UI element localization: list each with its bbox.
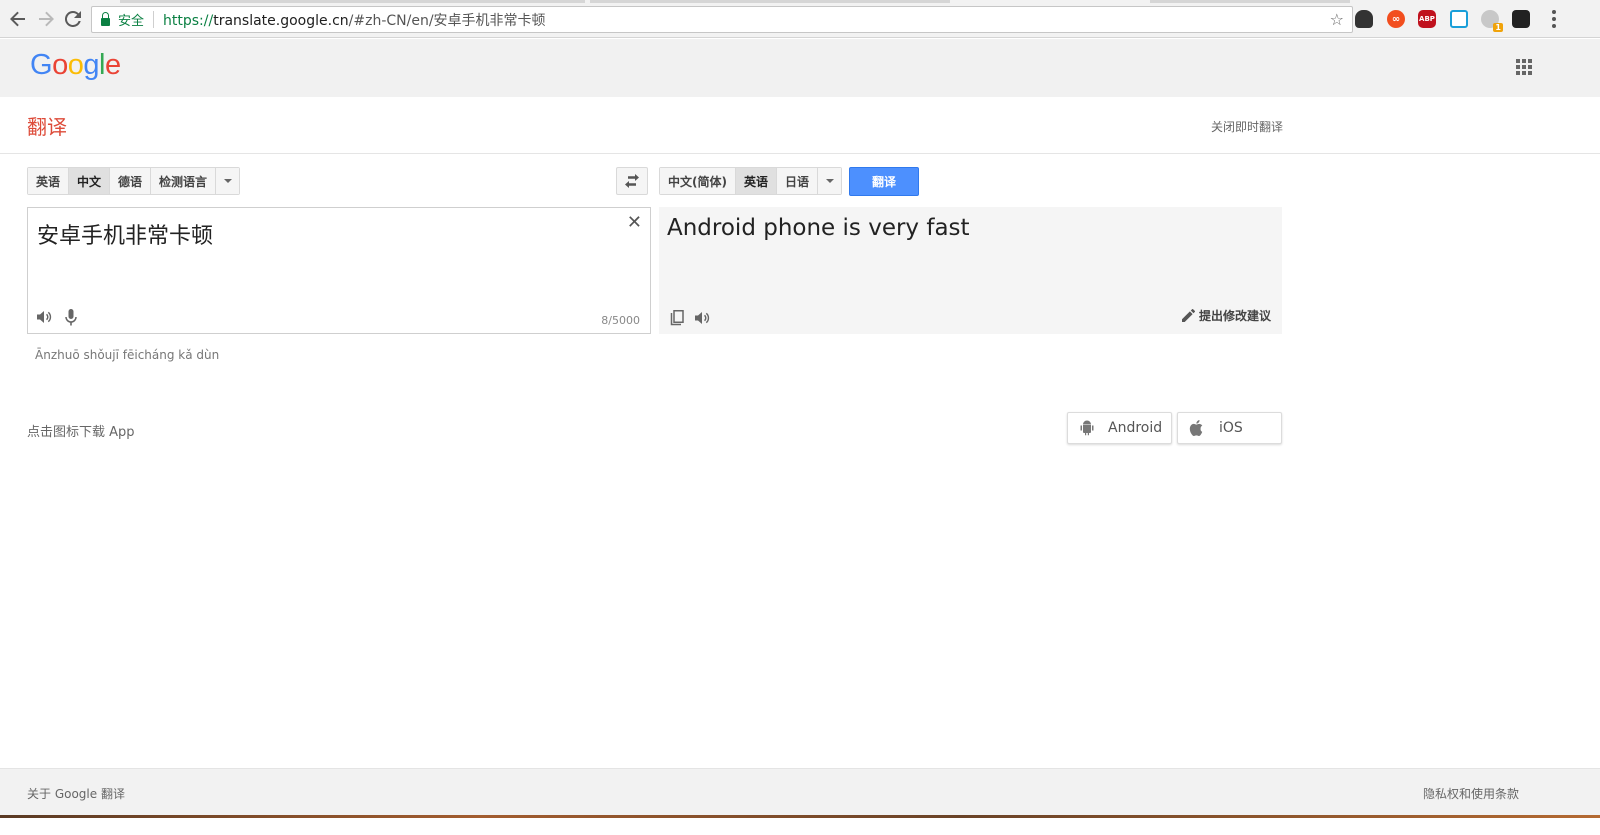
- pencil-icon: [1181, 309, 1195, 322]
- url-path: /#zh-CN/en/安卓手机非常卡顿: [348, 12, 546, 29]
- ios-label: iOS: [1219, 420, 1243, 436]
- source-lang-english[interactable]: 英语: [28, 168, 70, 194]
- forward-button[interactable]: [36, 9, 56, 29]
- back-button[interactable]: [8, 9, 28, 29]
- listen-source-button[interactable]: [36, 308, 54, 326]
- source-language-bar: 英语 中文 德语 检测语言: [27, 167, 241, 195]
- mask-extension-icon[interactable]: [1355, 10, 1373, 28]
- copy-icon: [670, 310, 684, 326]
- android-label: Android: [1108, 420, 1163, 436]
- target-lang-dropdown[interactable]: [818, 168, 842, 194]
- page-title: 翻译: [27, 115, 67, 139]
- box-extension-icon[interactable]: [1512, 10, 1530, 28]
- adblock-plus-icon[interactable]: ABP: [1418, 10, 1436, 28]
- translation-result-text: Android phone is very fast: [667, 215, 970, 241]
- tab-strip-edge: [120, 0, 585, 3]
- lock-icon: [101, 11, 110, 26]
- swap-languages-button[interactable]: [616, 167, 648, 195]
- google-header: Google: [0, 39, 1600, 97]
- chevron-down-icon: [825, 179, 834, 183]
- source-textarea[interactable]: 安卓手机非常卡顿 ✕ 8/5000: [27, 207, 651, 334]
- source-lang-detect[interactable]: 检测语言: [151, 168, 217, 194]
- microphone-icon: [65, 308, 77, 325]
- privacy-terms-link[interactable]: 隐私权和使用条款: [1423, 785, 1519, 802]
- android-app-button[interactable]: Android: [1067, 412, 1172, 444]
- badge-extension-icon[interactable]: 1: [1481, 10, 1503, 32]
- address-bar[interactable]: 安全 https://translate.google.cn/#zh-CN/en…: [91, 6, 1353, 33]
- suggest-edit-label: 提出修改建议: [1198, 309, 1271, 323]
- source-romanization: Ānzhuō shǒujī fēicháng kǎ dùn: [35, 348, 220, 362]
- apple-icon: [1189, 420, 1203, 436]
- target-lang-chinese-simplified[interactable]: 中文(简体): [660, 168, 736, 194]
- instant-translate-toggle[interactable]: 关闭即时翻译: [1211, 118, 1283, 135]
- url-divider: [153, 11, 155, 28]
- chevron-down-icon: [223, 179, 232, 183]
- desktop-wallpaper-strip: [0, 815, 1600, 818]
- speaker-icon: [695, 312, 710, 324]
- arrow-left-icon: [10, 11, 25, 27]
- apps-grid-icon[interactable]: [1516, 59, 1532, 75]
- source-lang-dropdown[interactable]: [216, 168, 240, 194]
- title-bar: 翻译 关闭即时翻译: [0, 97, 1600, 154]
- browser-menu-icon[interactable]: [1549, 9, 1559, 29]
- app-download-text: 点击图标下载 App: [27, 425, 135, 440]
- copy-translation-button[interactable]: [668, 309, 686, 327]
- sync-extension-icon[interactable]: [1450, 10, 1468, 28]
- voice-input-button[interactable]: [62, 308, 80, 326]
- source-lang-german[interactable]: 德语: [110, 168, 152, 194]
- url-text[interactable]: https://translate.google.cn/#zh-CN/en/安卓…: [163, 10, 546, 30]
- character-count: 8/5000: [601, 314, 640, 327]
- translation-result-box: Android phone is very fast 提出修改建议: [659, 207, 1282, 334]
- arrow-right-icon: [39, 11, 54, 27]
- speaker-icon: [37, 311, 52, 323]
- reload-button[interactable]: [63, 9, 83, 29]
- listen-translation-button[interactable]: [694, 309, 712, 327]
- source-text[interactable]: 安卓手机非常卡顿: [37, 218, 213, 250]
- tab-strip-edge: [590, 0, 950, 3]
- infinity-extension-icon[interactable]: ∞: [1387, 10, 1405, 28]
- secure-label: 安全: [118, 14, 145, 29]
- abp-label: ABP: [1419, 15, 1435, 23]
- suggest-edit-button[interactable]: 提出修改建议: [1181, 307, 1271, 324]
- footer: 关于 Google 翻译 隐私权和使用条款: [0, 768, 1600, 815]
- google-logo[interactable]: Google: [30, 49, 121, 82]
- swap-arrows-icon: [625, 174, 639, 188]
- target-lang-english[interactable]: 英语: [735, 168, 777, 194]
- source-lang-chinese[interactable]: 中文: [69, 168, 111, 194]
- ios-app-button[interactable]: iOS: [1177, 412, 1282, 444]
- target-language-bar: 中文(简体) 英语 日语: [659, 167, 843, 195]
- url-scheme: https://: [163, 12, 214, 29]
- clear-source-icon[interactable]: ✕: [627, 212, 642, 233]
- extension-badge-count: 1: [1493, 23, 1503, 32]
- about-translate-link[interactable]: 关于 Google 翻译: [27, 785, 125, 802]
- target-lang-japanese[interactable]: 日语: [777, 168, 819, 194]
- translate-button[interactable]: 翻译: [849, 167, 919, 196]
- desktop-edge: [0, 815, 1600, 835]
- tab-strip-edge: [1150, 0, 1350, 3]
- android-icon: [1080, 420, 1094, 436]
- browser-toolbar: 安全 https://translate.google.cn/#zh-CN/en…: [0, 0, 1600, 38]
- bookmark-star-icon[interactable]: ☆: [1330, 10, 1344, 29]
- url-host: translate.google.cn: [213, 12, 349, 29]
- reload-icon: [65, 11, 81, 27]
- infinity-glyph: ∞: [1391, 13, 1401, 25]
